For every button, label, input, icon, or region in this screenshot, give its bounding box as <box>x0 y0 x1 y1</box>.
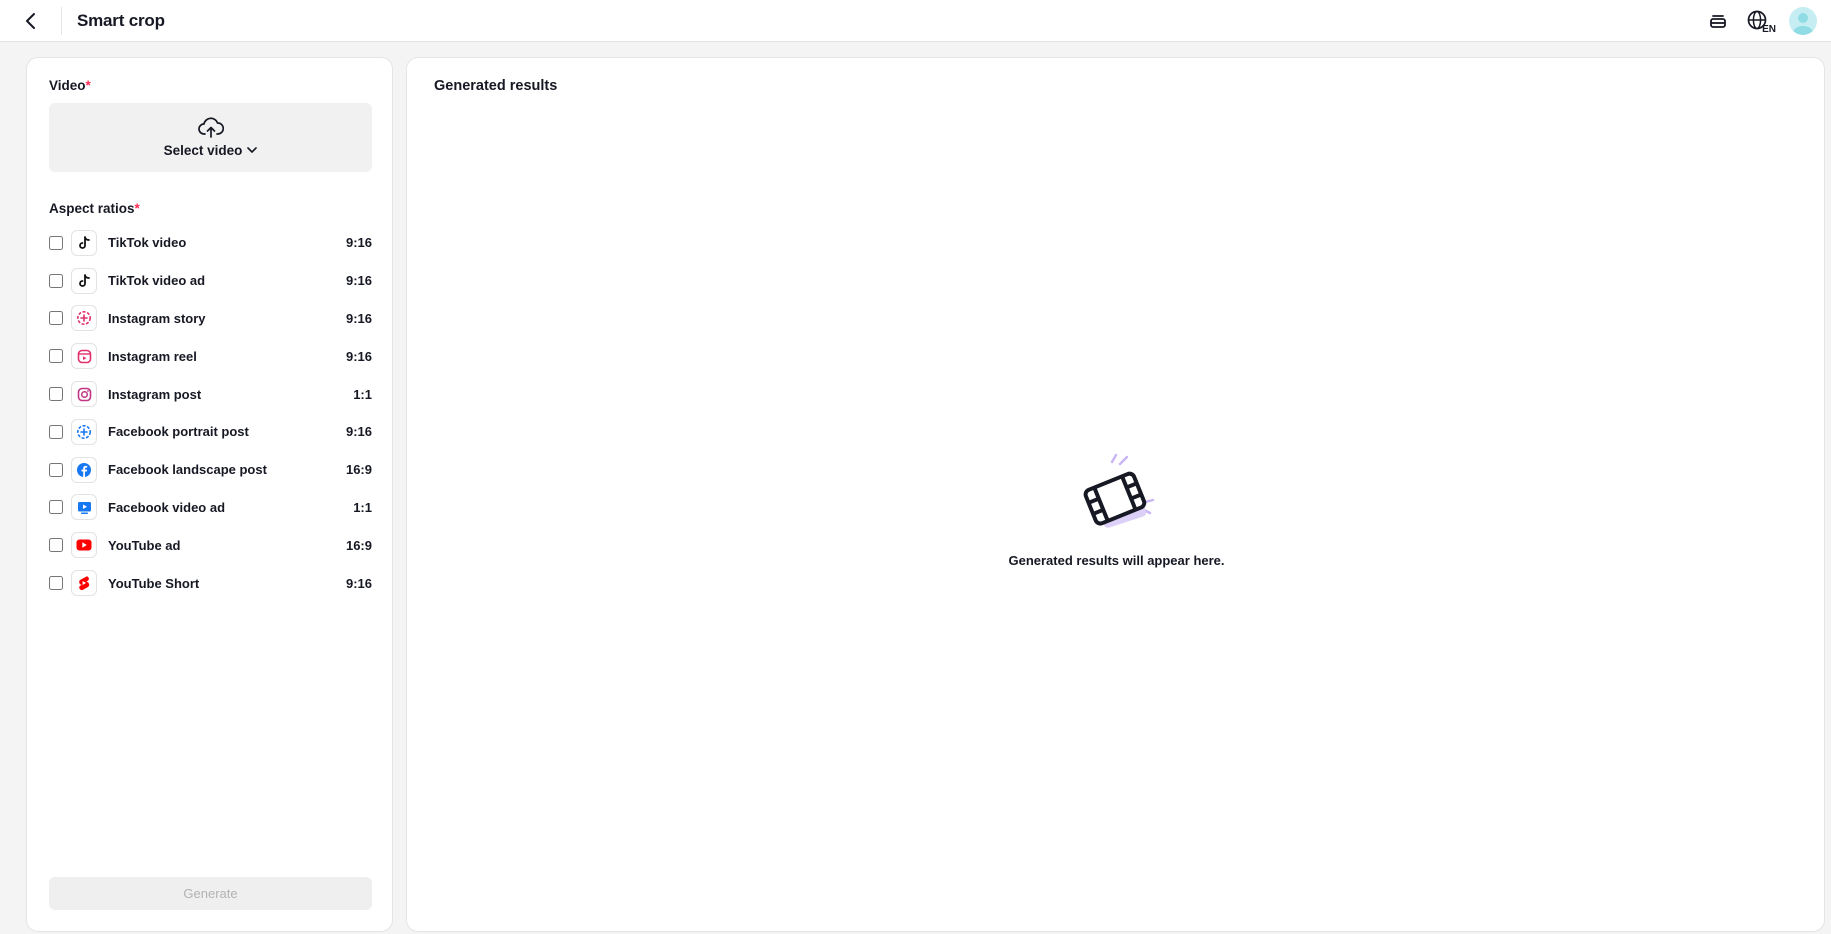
ratio-checkbox[interactable] <box>49 462 63 477</box>
tiktok-icon <box>71 229 97 256</box>
ratio-value: 9:16 <box>345 348 372 364</box>
instagram-story-icon <box>71 305 97 332</box>
stack-icon <box>1710 15 1726 28</box>
ratio-option-tiktok-video[interactable]: TikTok video 9:16 <box>49 224 372 262</box>
ratio-option-facebook-landscape-post[interactable]: Facebook landscape post 16:9 <box>49 451 372 489</box>
ratio-value: 9:16 <box>345 235 372 251</box>
chevron-left-icon <box>25 12 35 29</box>
instagram-icon <box>71 381 97 408</box>
ratio-option-youtube-ad[interactable]: YouTube ad 16:9 <box>49 526 372 564</box>
ratio-option-facebook-video-ad[interactable]: Facebook video ad 1:1 <box>49 489 372 527</box>
ratio-value: 9:16 <box>345 424 372 440</box>
aspect-ratios-label: Aspect ratios* <box>49 201 140 216</box>
back-button[interactable] <box>0 6 62 35</box>
ratio-value: 9:16 <box>345 575 372 591</box>
ratio-name: Instagram story <box>108 310 206 326</box>
ratio-option-youtube-short[interactable]: YouTube Short 9:16 <box>49 564 372 602</box>
language-code: EN <box>1762 24 1776 35</box>
ratio-checkbox[interactable] <box>49 387 63 402</box>
ratio-checkbox[interactable] <box>49 500 63 515</box>
ratio-name: Facebook portrait post <box>108 424 249 440</box>
top-bar: Smart crop EN <box>0 0 1831 42</box>
ratio-value: 1:1 <box>353 386 372 402</box>
select-video-button[interactable]: Select video <box>49 103 372 172</box>
cloud-upload-icon <box>197 117 224 138</box>
results-panel: Generated results Generated results will… <box>406 57 1825 932</box>
video-label: Video* <box>49 78 91 93</box>
ratio-name: Instagram reel <box>108 348 197 364</box>
facebook-icon <box>71 456 97 483</box>
ratio-value: 16:9 <box>345 462 372 478</box>
ratio-option-instagram-post[interactable]: Instagram post 1:1 <box>49 375 372 413</box>
film-illustration-icon <box>1083 453 1154 528</box>
ratio-checkbox[interactable] <box>49 538 63 553</box>
ratio-option-tiktok-video-ad[interactable]: TikTok video ad 9:16 <box>49 262 372 300</box>
required-mark: * <box>134 201 140 216</box>
ratio-value: 1:1 <box>353 499 372 515</box>
youtube-icon <box>71 532 97 559</box>
tiktok-icon <box>71 267 97 294</box>
avatar[interactable] <box>1789 7 1817 35</box>
facebook-story-icon <box>71 418 97 445</box>
page-title: Smart crop <box>77 10 165 30</box>
ratio-name: YouTube ad <box>108 537 181 553</box>
facebook-video-icon <box>71 494 97 521</box>
ratio-checkbox[interactable] <box>49 311 63 326</box>
language-button[interactable]: EN <box>1745 9 1776 35</box>
ratio-option-instagram-story[interactable]: Instagram story 9:16 <box>49 300 372 338</box>
settings-panel: Video* Select video Aspect ratios* TikTo… <box>26 57 393 932</box>
chevron-down-icon <box>247 147 258 153</box>
queue-button[interactable] <box>1709 12 1727 30</box>
ratio-value: 16:9 <box>345 537 372 553</box>
ratio-name: TikTok video <box>108 235 187 251</box>
ratio-name: Facebook landscape post <box>108 462 267 478</box>
ratio-name: TikTok video ad <box>108 273 206 289</box>
ratio-checkbox[interactable] <box>49 424 63 439</box>
ratio-option-instagram-reel[interactable]: Instagram reel 9:16 <box>49 337 372 375</box>
ratio-value: 9:16 <box>345 310 372 326</box>
required-mark: * <box>85 78 91 93</box>
ratio-checkbox[interactable] <box>49 273 63 288</box>
ratio-checkbox[interactable] <box>49 235 63 250</box>
ratio-name: YouTube Short <box>108 575 200 591</box>
aspect-ratio-list: TikTok video 9:16 TikTok video ad 9:16 I… <box>49 224 372 602</box>
aspect-ratios-label-text: Aspect ratios <box>49 201 135 216</box>
ratio-value: 9:16 <box>345 273 372 289</box>
ratio-name: Facebook video ad <box>108 499 226 515</box>
empty-state-text: Generated results will appear here. <box>1008 553 1225 568</box>
ratio-checkbox[interactable] <box>49 349 63 364</box>
select-video-label: Select video <box>163 143 243 158</box>
ratio-name: Instagram post <box>108 386 202 402</box>
youtube-shorts-icon <box>71 570 97 597</box>
video-label-text: Video <box>49 78 86 93</box>
results-title: Generated results <box>434 78 558 94</box>
ratio-option-facebook-portrait-post[interactable]: Facebook portrait post 9:16 <box>49 413 372 451</box>
user-icon <box>1793 13 1813 35</box>
instagram-reel-icon <box>71 343 97 370</box>
generate-button[interactable]: Generate <box>49 877 372 910</box>
ratio-checkbox[interactable] <box>49 576 63 591</box>
empty-state: Generated results will appear here. <box>407 453 1826 568</box>
